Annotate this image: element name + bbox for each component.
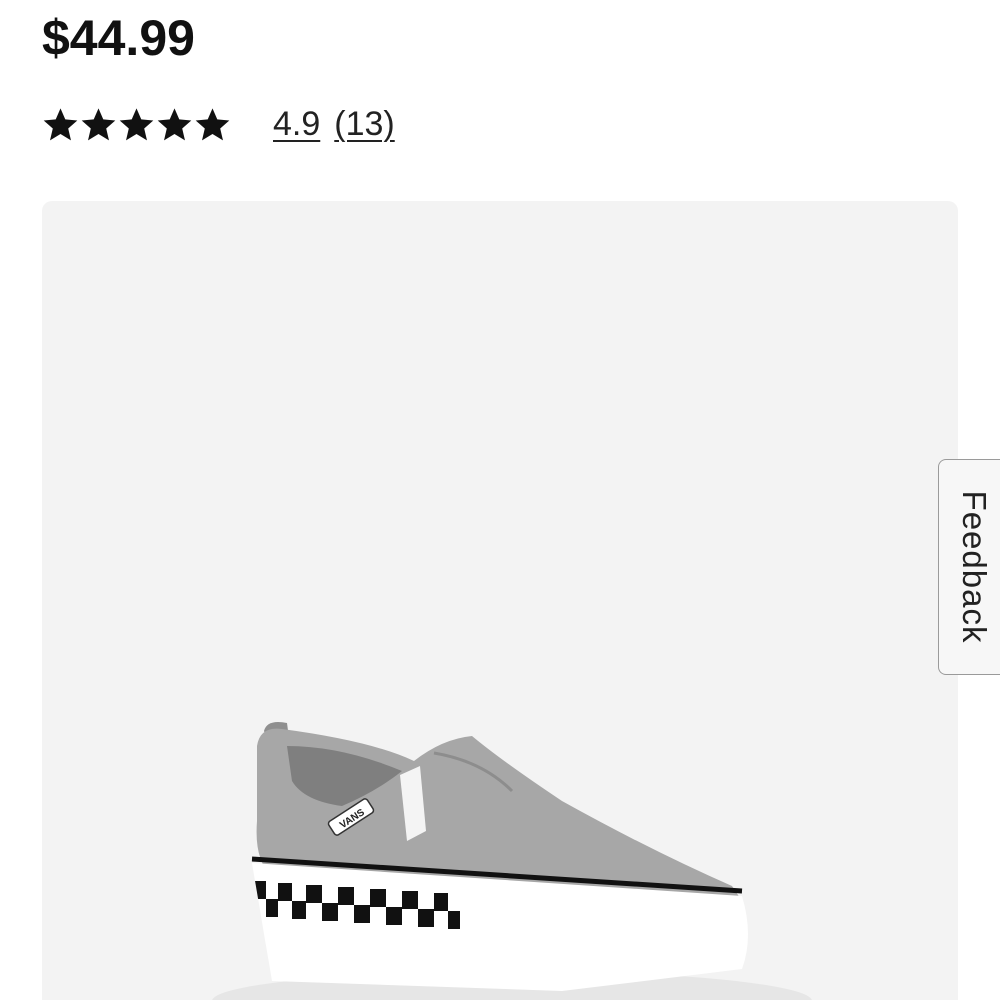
rating-row: 4.9 (13) <box>42 100 395 148</box>
star-icon <box>43 107 78 140</box>
star-icon <box>81 107 116 140</box>
star-rating <box>42 106 231 143</box>
feedback-label: Feedback <box>955 490 993 644</box>
rating-value-link[interactable]: 4.9 <box>273 100 320 148</box>
star-icon <box>157 107 192 140</box>
product-page: $44.99 4.9 (13) VANS Feedback <box>0 0 1000 1000</box>
product-price: $44.99 <box>42 10 195 66</box>
shoe-illustration: VANS <box>212 722 812 1000</box>
star-icon <box>119 107 154 140</box>
review-count-link[interactable]: (13) <box>334 100 394 148</box>
star-icon <box>195 107 230 140</box>
feedback-button[interactable]: Feedback <box>938 459 1000 675</box>
product-image[interactable]: VANS <box>42 201 958 1000</box>
